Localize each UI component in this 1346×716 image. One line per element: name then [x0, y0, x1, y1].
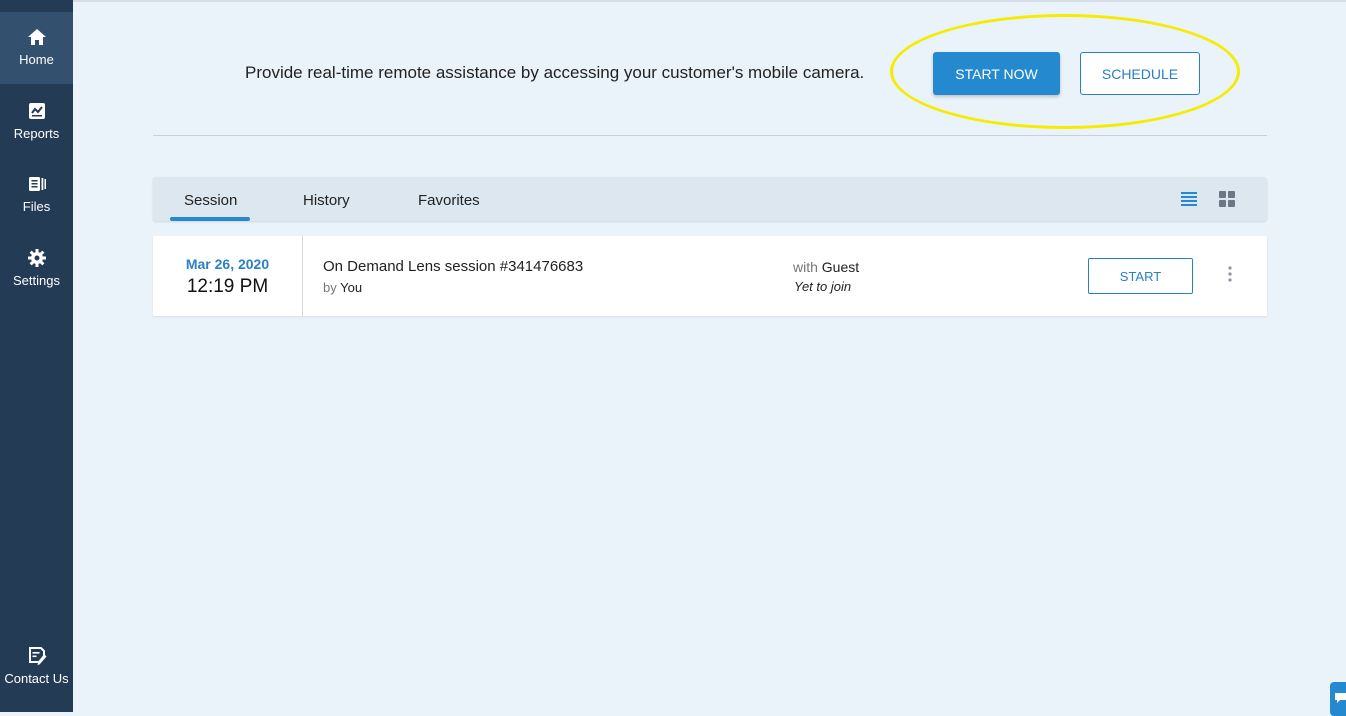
owner-name: You	[340, 280, 363, 295]
tab-favorites[interactable]: Favorites	[418, 192, 480, 209]
session-datetime: Mar 26, 2020 12:19 PM	[153, 236, 303, 316]
sidebar-item-settings[interactable]: Settings	[0, 233, 73, 305]
contact-icon	[26, 645, 48, 667]
session-status: Yet to join	[794, 279, 852, 294]
by-prefix: by	[323, 280, 337, 295]
start-now-button[interactable]: START NOW	[933, 52, 1060, 95]
session-date: Mar 26, 2020	[185, 256, 270, 272]
sidebar-item-reports[interactable]: Reports	[0, 86, 73, 158]
sidebar: Home Reports Files Settings Contact Us	[0, 0, 73, 712]
active-tab-indicator	[170, 217, 250, 221]
session-participant: with Guest	[793, 259, 859, 275]
tab-history[interactable]: History	[303, 192, 350, 209]
sidebar-item-files[interactable]: Files	[0, 159, 73, 231]
sidebar-item-label: Contact Us	[4, 671, 69, 686]
participant-name: Guest	[821, 259, 860, 275]
session-tabs-bar: Session History Favorites	[153, 177, 1267, 221]
with-prefix: with	[793, 259, 818, 275]
chat-widget-icon[interactable]	[1330, 682, 1346, 716]
gear-icon	[26, 247, 48, 269]
sidebar-item-contact-us[interactable]: Contact Us	[0, 631, 73, 703]
sidebar-item-home[interactable]: Home	[0, 12, 73, 84]
sidebar-item-label: Home	[19, 52, 54, 67]
sidebar-item-label: Files	[22, 199, 51, 214]
reports-icon	[26, 100, 48, 122]
top-border	[73, 0, 1346, 2]
start-session-button[interactable]: START	[1088, 258, 1193, 294]
schedule-button[interactable]: SCHEDULE	[1080, 52, 1200, 95]
files-icon	[26, 173, 48, 195]
divider	[153, 135, 1267, 136]
sidebar-item-label: Settings	[13, 273, 60, 288]
banner-description: Provide real-time remote assistance by a…	[245, 63, 865, 82]
tab-session[interactable]: Session	[184, 192, 237, 209]
list-view-icon[interactable]	[1180, 190, 1198, 208]
more-options-icon[interactable]	[1223, 264, 1237, 284]
session-card: Mar 26, 2020 12:19 PM On Demand Lens ses…	[153, 236, 1267, 316]
session-title: On Demand Lens session #341476683	[323, 258, 584, 275]
sidebar-item-label: Reports	[13, 126, 60, 141]
home-icon	[26, 26, 48, 48]
session-owner: by You	[323, 280, 362, 295]
session-time: 12:19 PM	[186, 276, 269, 297]
grid-view-icon[interactable]	[1218, 190, 1236, 208]
